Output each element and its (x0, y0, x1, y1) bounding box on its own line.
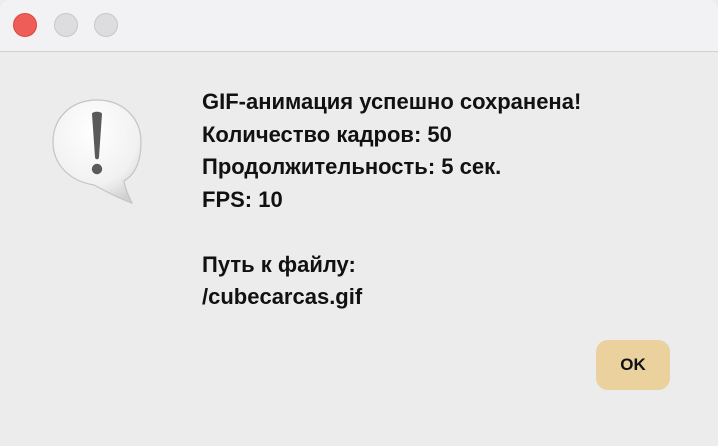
alert-dialog-window: GIF-анимация успешно сохранена! Количест… (0, 0, 718, 446)
zoom-window-button[interactable] (94, 13, 118, 37)
close-window-button[interactable] (13, 13, 37, 37)
duration-line: Продолжительность: 5 сек. (202, 154, 502, 179)
minimize-window-button[interactable] (54, 13, 78, 37)
message-spacer (202, 216, 692, 249)
frame-count-line: Количество кадров: 50 (202, 121, 452, 147)
ok-button[interactable]: OK (596, 340, 670, 390)
title-bar (0, 0, 718, 52)
fps-line: FPS: 10 (202, 186, 283, 212)
success-message-line: GIF-анимация успешно сохранена! (202, 89, 582, 114)
file-path-value: /cubecarcas.gif (202, 284, 363, 309)
exclamation-speech-bubble-icon (52, 99, 142, 205)
file-path-label: Путь к файлу: (202, 251, 356, 277)
alert-message: GIF-анимация успешно сохранена! Количест… (202, 86, 692, 314)
